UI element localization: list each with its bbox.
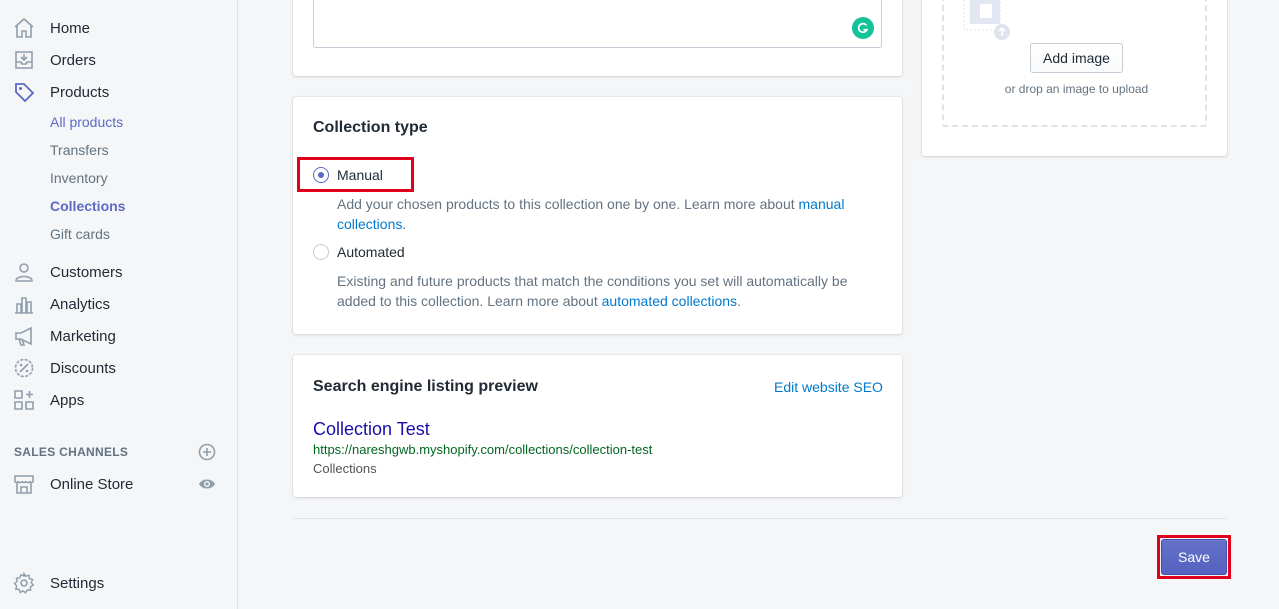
- nav-label-settings: Settings: [50, 574, 105, 592]
- add-channel-icon[interactable]: [198, 443, 216, 461]
- nav-label-home: Home: [50, 19, 91, 37]
- nav-item-customers[interactable]: Customers: [0, 256, 237, 288]
- eye-icon[interactable]: [198, 476, 216, 492]
- nav-label-orders: Orders: [50, 51, 96, 69]
- grammarly-icon[interactable]: [852, 17, 874, 39]
- nav-item-apps[interactable]: Apps: [0, 384, 237, 416]
- store-icon: [13, 473, 35, 495]
- customers-icon: [13, 261, 35, 283]
- automated-radio[interactable]: [313, 244, 329, 260]
- nav-item-analytics[interactable]: Analytics: [0, 288, 237, 320]
- manual-radio[interactable]: [313, 167, 329, 183]
- sub-item-collections[interactable]: Collections: [50, 198, 125, 214]
- gear-icon: [13, 571, 35, 594]
- seo-description: Collections: [313, 461, 377, 476]
- analytics-icon: [13, 293, 35, 315]
- nav-label-products: Products: [50, 83, 110, 101]
- megaphone-icon: [13, 325, 35, 347]
- nav-item-home[interactable]: Home: [0, 12, 237, 44]
- collection-type-card: Collection type Manual Add your chosen p…: [293, 97, 902, 334]
- nav-item-settings[interactable]: Settings: [0, 567, 237, 599]
- description-card: [293, 0, 902, 76]
- tag-icon: [13, 81, 35, 103]
- automated-label[interactable]: Automated: [337, 244, 405, 260]
- sub-item-gift-cards[interactable]: Gift cards: [50, 226, 110, 242]
- automated-help-text: Existing and future products that match …: [337, 273, 848, 309]
- nav-label-online-store: Online Store: [50, 475, 134, 493]
- nav-item-marketing[interactable]: Marketing: [0, 320, 237, 352]
- image-card: Add image or drop an image to upload: [922, 0, 1227, 156]
- seo-url: https://nareshgwb.myshopify.com/collecti…: [313, 442, 653, 457]
- image-placeholder-icon: [962, 0, 1012, 40]
- sales-channels-heading: SALES CHANNELS: [14, 445, 129, 459]
- seo-preview-title: Search engine listing preview: [313, 378, 538, 395]
- drop-image-hint: or drop an image to upload: [1004, 82, 1149, 96]
- nav-label-analytics: Analytics: [50, 295, 111, 313]
- collection-type-title: Collection type: [313, 119, 428, 136]
- nav-label-customers: Customers: [50, 263, 123, 281]
- seo-preview-card: Search engine listing preview Edit websi…: [293, 355, 902, 497]
- home-icon: [13, 17, 35, 39]
- description-textarea[interactable]: [313, 0, 882, 48]
- apps-icon: [13, 389, 35, 411]
- automated-collections-link[interactable]: automated collections: [602, 293, 737, 309]
- manual-label[interactable]: Manual: [337, 167, 383, 183]
- save-button[interactable]: Save: [1161, 539, 1227, 575]
- sub-item-inventory[interactable]: Inventory: [50, 170, 108, 186]
- nav-label-apps: Apps: [50, 391, 85, 409]
- nav-item-discounts[interactable]: Discounts: [0, 352, 237, 384]
- nav-label-marketing: Marketing: [50, 327, 116, 345]
- manual-help-text: Add your chosen products to this collect…: [337, 196, 845, 232]
- sidebar: Home Orders Products All products Transf…: [0, 0, 238, 609]
- image-drop-zone[interactable]: Add image or drop an image to upload: [942, 0, 1207, 127]
- nav-label-discounts: Discounts: [50, 359, 116, 377]
- nav-item-products[interactable]: Products: [0, 76, 237, 108]
- page-actions-divider: [293, 518, 1227, 519]
- edit-website-seo-link[interactable]: Edit website SEO: [774, 379, 883, 395]
- seo-page-title: Collection Test: [313, 419, 430, 439]
- sub-item-all-products[interactable]: All products: [50, 114, 123, 130]
- orders-icon: [13, 49, 35, 71]
- discount-icon: [13, 357, 35, 379]
- add-image-button[interactable]: Add image: [1030, 43, 1123, 73]
- nav-item-orders[interactable]: Orders: [0, 44, 237, 76]
- sub-item-transfers[interactable]: Transfers: [50, 142, 109, 158]
